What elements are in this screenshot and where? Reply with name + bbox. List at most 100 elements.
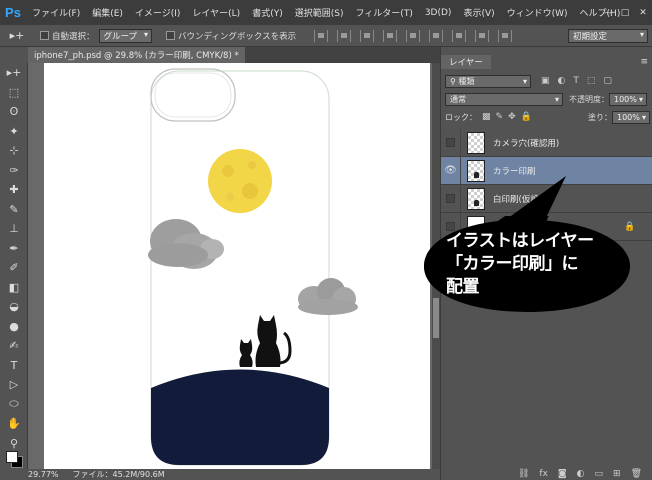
type-filter-icon[interactable]: T	[573, 76, 579, 86]
hand-tool-icon[interactable]: ✋	[0, 414, 28, 434]
path-select-tool-icon[interactable]: ▷	[0, 375, 28, 395]
type-tool-icon[interactable]: T	[0, 356, 28, 376]
menu-file[interactable]: ファイル(F)	[26, 6, 86, 19]
bounding-box-label: バウンディングボックスを表示	[178, 31, 297, 42]
photoshop-logo[interactable]: Ps	[0, 0, 26, 25]
layer-mask-icon[interactable]: ◙	[558, 469, 567, 479]
lock-image-icon[interactable]: ✎	[496, 112, 504, 122]
eyedropper-tool-icon[interactable]: ✑	[0, 161, 28, 181]
layer-style-icon[interactable]: fx	[539, 469, 548, 479]
blend-row: 通常 不透明度： 100%	[441, 91, 652, 107]
zoom-readout[interactable]: 29.77%	[28, 470, 59, 479]
fill-field[interactable]: 100%	[612, 110, 650, 124]
pen-tool-icon[interactable]: ✍	[0, 336, 28, 356]
menu-view[interactable]: 表示(V)	[457, 6, 500, 19]
callout-line: 「カラー印刷」に	[446, 254, 579, 274]
layer-visibility-toggle[interactable]	[441, 128, 461, 157]
opacity-field[interactable]: 100%	[609, 92, 647, 106]
adjustment-layer-icon[interactable]: ◐	[577, 469, 585, 479]
lock-transparent-icon[interactable]: ▩	[482, 112, 491, 122]
menu-type[interactable]: 書式(Y)	[246, 6, 289, 19]
marquee-tool-icon[interactable]: ⬚	[0, 83, 28, 103]
cats-silhouette	[239, 315, 292, 367]
status-bar: 29.77% ファイル：45.2M/90.6M	[28, 469, 440, 480]
phone-case-artwork	[148, 68, 358, 466]
align-vcenter-icon[interactable]	[337, 29, 352, 42]
align-hcenter-icon[interactable]	[406, 29, 421, 42]
distribute-top-icon[interactable]	[452, 29, 467, 42]
minimize-button[interactable]: —	[598, 0, 616, 25]
maximize-button[interactable]: □	[616, 0, 634, 25]
document-tab[interactable]: iphone7_ph.psd @ 29.8% (カラー印刷, CMYK/8) *	[28, 47, 245, 63]
foreground-color-swatch[interactable]	[6, 451, 18, 463]
artboard[interactable]	[44, 63, 430, 469]
history-brush-tool-icon[interactable]: ✒	[0, 239, 28, 259]
menu-filter[interactable]: フィルター(T)	[349, 6, 418, 19]
lock-position-icon[interactable]: ✥	[508, 112, 516, 122]
callout-line: 配置	[446, 277, 480, 297]
moon-illustration	[208, 149, 272, 213]
layer-filter-row: ⚲ 種類 ▣ ◐ T ⬚ ▢	[441, 73, 652, 89]
align-left-icon[interactable]	[383, 29, 398, 42]
menu-edit[interactable]: 編集(E)	[86, 6, 129, 19]
auto-select-checkbox[interactable]	[40, 31, 49, 40]
menu-select[interactable]: 選択範囲(S)	[289, 6, 350, 19]
align-bottom-icon[interactable]	[360, 29, 375, 42]
crop-tool-icon[interactable]: ⊹	[0, 141, 28, 161]
canvas-area[interactable]	[28, 63, 432, 469]
bounding-box-checkbox[interactable]	[166, 31, 176, 40]
window-controls: — □ ✕	[598, 0, 652, 25]
close-button[interactable]: ✕	[634, 0, 652, 25]
callout-line: イラストはレイヤー	[446, 231, 594, 251]
dodge-tool-icon[interactable]: ●	[0, 317, 28, 337]
layer-filter-dropdown[interactable]: ⚲ 種類	[445, 74, 531, 88]
quick-select-tool-icon[interactable]: ✦	[0, 122, 28, 142]
pixel-filter-icon[interactable]: ▣	[541, 76, 550, 86]
lock-all-icon[interactable]: 🔒	[521, 112, 532, 122]
auto-select-label: 自動選択：	[52, 31, 95, 42]
layer-thumbnail	[467, 131, 485, 154]
cloud-left	[148, 219, 224, 269]
blend-mode-dropdown[interactable]: 通常	[445, 92, 563, 106]
move-tool-icon[interactable]: ▸+	[0, 63, 28, 83]
align-right-icon[interactable]	[429, 29, 444, 42]
delete-layer-icon[interactable]: 🗑	[631, 469, 642, 479]
shape-tool-icon[interactable]: ⬭	[0, 395, 28, 415]
ground-hill	[151, 369, 329, 465]
file-size-readout: ファイル：45.2M/90.6M	[72, 470, 165, 479]
auto-select-dropdown[interactable]: グループ	[98, 28, 153, 43]
stamp-tool-icon[interactable]: ⊥	[0, 219, 28, 239]
eraser-tool-icon[interactable]: ✐	[0, 258, 28, 278]
options-bar: ▸+ 自動選択： グループ バウンディングボックスを表示 初期設定	[0, 25, 652, 47]
menu-layer[interactable]: レイヤー(L)	[186, 6, 246, 19]
workspace-dropdown[interactable]: 初期設定	[568, 28, 648, 43]
layer-name[interactable]: カメラ穴(確認用)	[493, 137, 559, 149]
layer-row[interactable]: カメラ穴(確認用)	[441, 128, 652, 157]
new-layer-icon[interactable]: ⊞	[613, 469, 621, 479]
opacity-label: 不透明度：	[569, 94, 609, 104]
menu-image[interactable]: イメージ(I)	[129, 6, 187, 19]
distribute-bottom-icon[interactable]	[498, 29, 513, 42]
smart-object-filter-icon[interactable]: ▢	[603, 76, 612, 86]
healing-tool-icon[interactable]: ✚	[0, 180, 28, 200]
panel-menu-icon[interactable]: ≡	[640, 57, 648, 67]
tools-panel: ▸+ ⬚ ʘ ✦ ⊹ ✑ ✚ ✎ ⊥ ✒ ✐ ◧ ◒ ● ✍ T ▷ ⬭ ✋ ⚲	[0, 63, 28, 469]
lasso-tool-icon[interactable]: ʘ	[0, 102, 28, 122]
layers-panel-footer: ⛓ fx ◙ ◐ ▭ ⊞ 🗑	[441, 467, 652, 480]
brush-tool-icon[interactable]: ✎	[0, 200, 28, 220]
layers-tab[interactable]: レイヤー	[441, 55, 491, 69]
lock-label: ロック：	[445, 112, 477, 122]
menu-3d[interactable]: 3D(D)	[419, 8, 458, 18]
layer-filter-label: 種類	[458, 76, 475, 86]
menu-window[interactable]: ウィンドウ(W)	[501, 6, 574, 19]
gradient-tool-icon[interactable]: ◧	[0, 278, 28, 298]
shape-filter-icon[interactable]: ⬚	[587, 76, 596, 86]
callout-text: イラストはレイヤー 「カラー印刷」に 配置	[446, 230, 626, 299]
new-group-icon[interactable]: ▭	[595, 469, 604, 479]
blur-tool-icon[interactable]: ◒	[0, 297, 28, 317]
align-top-icon[interactable]	[314, 29, 329, 42]
adjustment-filter-icon[interactable]: ◐	[558, 76, 566, 86]
link-layers-icon[interactable]: ⛓	[518, 469, 529, 479]
move-tool-preset-icon[interactable]: ▸+	[0, 29, 34, 42]
distribute-vcenter-icon[interactable]	[475, 29, 490, 42]
